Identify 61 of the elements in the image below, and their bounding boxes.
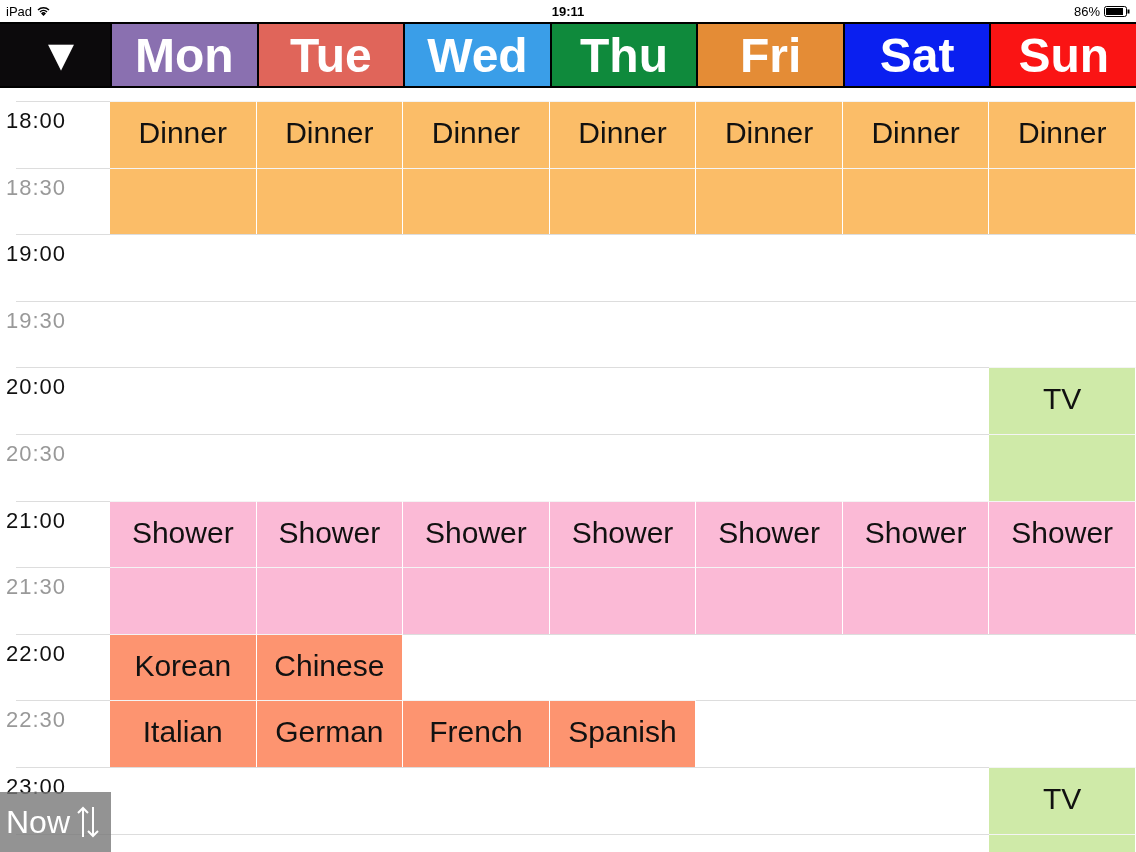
time-label: 18:30	[6, 175, 67, 200]
event-continuation[interactable]	[696, 167, 843, 235]
day-header: Sat	[844, 24, 990, 86]
up-down-arrows-icon	[76, 805, 100, 839]
time-label: 19:30	[6, 308, 67, 333]
time-label: 19:00	[6, 242, 67, 267]
day-header: Mon	[112, 24, 257, 86]
time-label: 22:00	[6, 641, 67, 666]
event-block[interactable]: French	[403, 700, 550, 767]
event-continuation[interactable]	[110, 567, 257, 634]
event-continuation[interactable]	[549, 567, 697, 634]
event-continuation[interactable]	[842, 567, 990, 634]
time-label: 18:00	[6, 109, 67, 133]
event-continuation[interactable]	[989, 433, 1136, 501]
time-label: 21:30	[6, 575, 67, 600]
event-block[interactable]: Korean	[110, 633, 257, 701]
event-continuation[interactable]	[256, 567, 404, 634]
time-label: 20:00	[6, 375, 67, 400]
time-label: 22:30	[6, 708, 67, 733]
device-name: iPad	[6, 3, 33, 19]
event-block[interactable]: Dinner	[696, 101, 843, 168]
event-continuation[interactable]	[403, 167, 550, 235]
event-block[interactable]: Shower	[110, 500, 257, 568]
event-continuation[interactable]	[403, 567, 550, 634]
event-continuation[interactable]	[989, 567, 1136, 634]
event-block[interactable]: Dinner	[842, 101, 990, 168]
event-block[interactable]: Shower	[696, 500, 843, 568]
event-continuation[interactable]	[696, 567, 843, 634]
event-block[interactable]: Dinner	[403, 101, 550, 168]
event-block[interactable]: Shower	[403, 500, 550, 568]
day-header: Fri	[698, 24, 843, 86]
day-header: Wed	[405, 24, 550, 86]
event-continuation[interactable]	[842, 167, 990, 235]
day-header: Sun	[991, 24, 1136, 86]
event-block[interactable]: Dinner	[549, 101, 697, 168]
time-label: 21:00	[6, 508, 67, 533]
event-block[interactable]: Shower	[256, 500, 404, 568]
event-block[interactable]: Dinner	[110, 101, 257, 168]
event-block[interactable]: German	[256, 700, 404, 767]
event-block[interactable]: Shower	[989, 500, 1136, 568]
battery-percent: 86%	[1073, 3, 1100, 19]
event-block[interactable]: Dinner	[989, 101, 1136, 168]
clock-time: 19:11	[551, 3, 585, 19]
event-block[interactable]: Spanish	[549, 700, 697, 767]
battery-icon	[1104, 5, 1130, 17]
event-continuation[interactable]	[989, 167, 1136, 235]
event-block[interactable]: Chinese	[256, 633, 404, 701]
event-block[interactable]: Shower	[842, 500, 990, 568]
event-block[interactable]: Shower	[549, 500, 697, 568]
dropdown-toggle[interactable]: ▼	[0, 24, 110, 86]
event-block[interactable]: Italian	[110, 700, 257, 767]
event-continuation[interactable]	[110, 167, 257, 235]
event-block[interactable]: Dinner	[256, 101, 404, 168]
event-continuation[interactable]	[549, 167, 697, 235]
event-continuation[interactable]	[256, 167, 404, 235]
event-block[interactable]: TV	[989, 766, 1136, 834]
day-header: Tue	[258, 24, 404, 86]
time-label: 20:30	[6, 441, 67, 466]
event-block[interactable]: TV	[989, 367, 1136, 434]
wifi-icon	[37, 6, 51, 16]
day-header: Thu	[551, 24, 697, 86]
